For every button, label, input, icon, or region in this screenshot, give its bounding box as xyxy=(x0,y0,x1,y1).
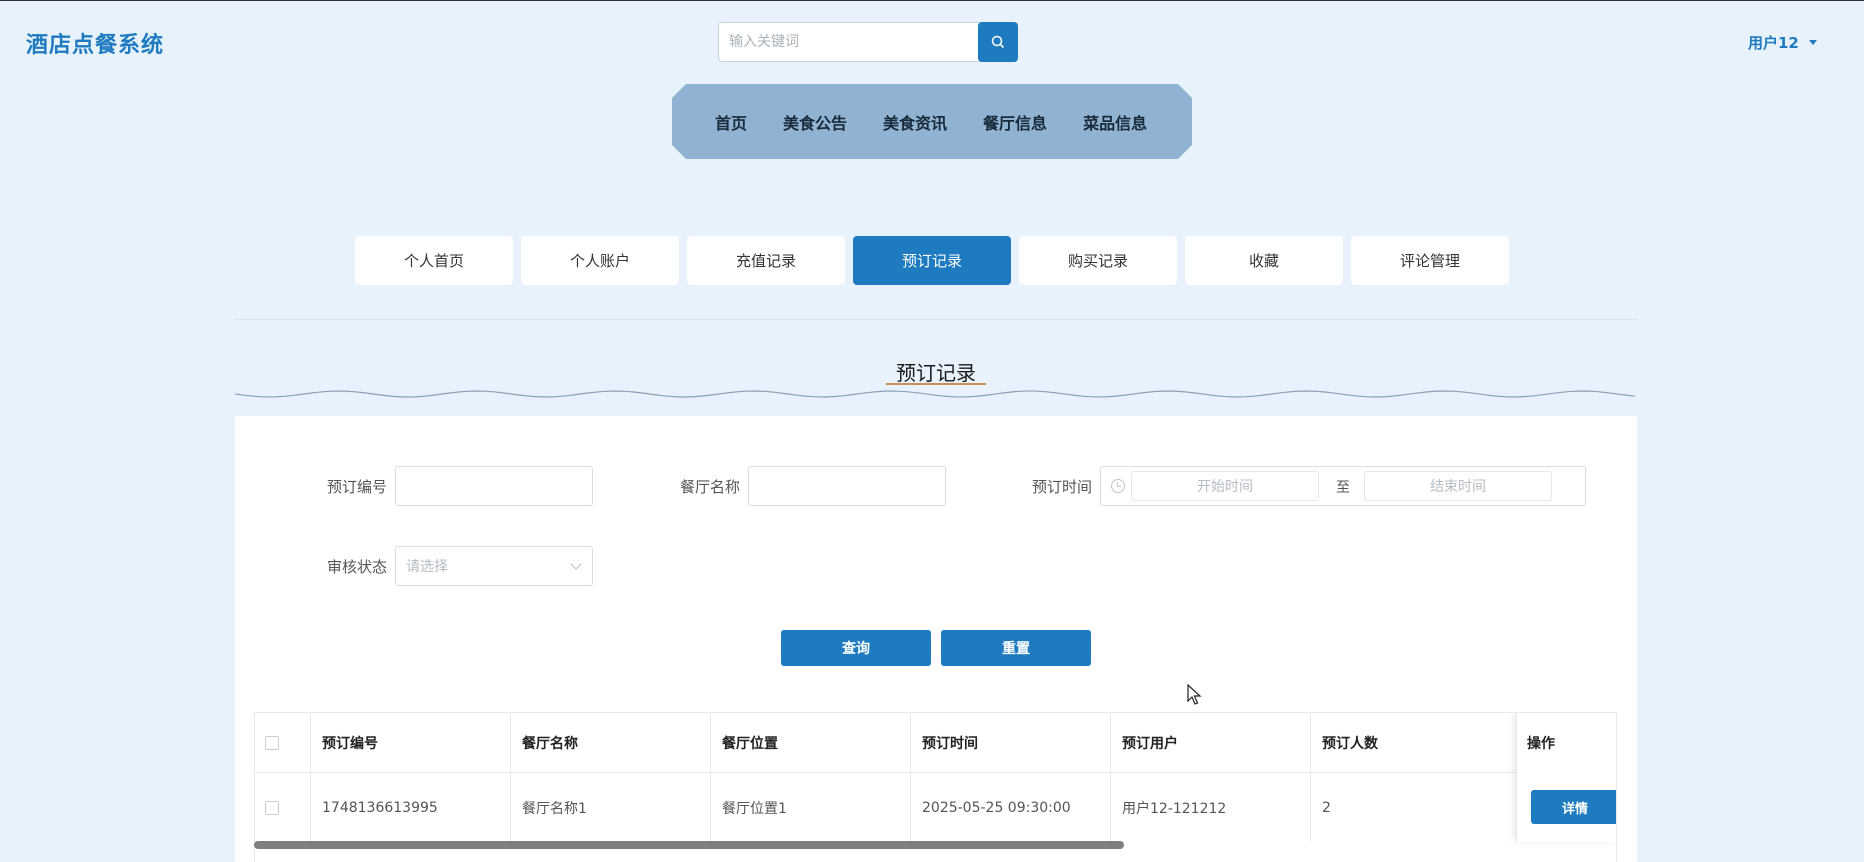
end-time-input[interactable]: 结束时间 xyxy=(1364,471,1552,501)
divider xyxy=(235,319,1637,320)
select-all-cell xyxy=(255,713,311,772)
operation-header: 操作 xyxy=(1527,736,1555,752)
clock-icon xyxy=(1111,479,1125,493)
booking-time-range: 开始时间 至 结束时间 xyxy=(1100,466,1586,506)
booking-no-input[interactable] xyxy=(395,466,593,506)
audit-status-select[interactable]: 请选择 xyxy=(395,546,593,586)
table-header: 预订编号 餐厅名称 餐厅位置 预订时间 预订用户 预订人数 xyxy=(255,713,1616,773)
query-button[interactable]: 查询 xyxy=(781,630,931,666)
nav-item-dish-info[interactable]: 菜品信息 xyxy=(1083,110,1147,134)
user-center-tabs: 个人首页 个人账户 充值记录 预订记录 购买记录 收藏 评论管理 xyxy=(355,236,1509,285)
tab-favorites[interactable]: 收藏 xyxy=(1185,236,1343,285)
nav-item-restaurant-info[interactable]: 餐厅信息 xyxy=(983,110,1047,134)
search-bar xyxy=(718,22,1018,62)
search-button[interactable] xyxy=(978,22,1018,62)
booking-time-label: 预订时间 xyxy=(1032,478,1093,496)
cell-user: 用户12-121212 xyxy=(1111,774,1311,842)
row-checkbox[interactable] xyxy=(265,801,279,815)
main-nav: 首页 美食公告 美食资讯 餐厅信息 菜品信息 xyxy=(672,84,1192,159)
nav-item-food-news[interactable]: 美食资讯 xyxy=(883,110,947,134)
audit-status-placeholder: 请选择 xyxy=(406,559,448,575)
col-header[interactable]: 餐厅位置 xyxy=(711,713,911,772)
tab-personal-account[interactable]: 个人账户 xyxy=(521,236,679,285)
horizontal-scrollbar[interactable] xyxy=(254,841,1124,849)
user-name: 用户12 xyxy=(1748,34,1799,52)
chevron-down-icon xyxy=(570,558,582,570)
wave-divider xyxy=(235,390,1636,398)
booking-records-panel: 预订编号 餐厅名称 预订时间 开始时间 至 结束时间 审核状态 请选择 查询 重… xyxy=(235,416,1637,862)
cell-restaurant: 餐厅名称1 xyxy=(511,774,711,842)
col-header[interactable]: 预订人数 xyxy=(1311,713,1511,772)
col-header[interactable]: 预订时间 xyxy=(911,713,1111,772)
col-header[interactable]: 预订用户 xyxy=(1111,713,1311,772)
reset-button[interactable]: 重置 xyxy=(941,630,1091,666)
search-input[interactable] xyxy=(718,22,982,62)
mouse-cursor-icon xyxy=(1187,684,1202,705)
booking-table: 预订编号 餐厅名称 餐厅位置 预订时间 预订用户 预订人数 1748136613… xyxy=(254,712,1617,862)
app-logo-title: 酒店点餐系统 xyxy=(26,33,165,58)
caret-down-icon xyxy=(1808,40,1817,45)
tab-recharge-records[interactable]: 充值记录 xyxy=(687,236,845,285)
tab-purchase-records[interactable]: 购买记录 xyxy=(1019,236,1177,285)
table-row: 1748136613995 餐厅名称1 餐厅位置1 2025-05-25 09:… xyxy=(255,774,1616,842)
row-select-cell xyxy=(255,774,311,842)
cell-booking-no: 1748136613995 xyxy=(311,774,511,842)
cell-time: 2025-05-25 09:30:00 xyxy=(911,774,1111,842)
nav-item-food-notice[interactable]: 美食公告 xyxy=(783,110,847,134)
section-title: 预订记录 xyxy=(896,361,976,385)
restaurant-name-input[interactable] xyxy=(748,466,946,506)
start-time-input[interactable]: 开始时间 xyxy=(1131,471,1319,501)
tab-personal-home[interactable]: 个人首页 xyxy=(355,236,513,285)
col-header[interactable]: 餐厅名称 xyxy=(511,713,711,772)
user-menu[interactable]: 用户12 xyxy=(1748,32,1817,53)
tab-comment-management[interactable]: 评论管理 xyxy=(1351,236,1509,285)
detail-button[interactable]: 详情 xyxy=(1531,790,1616,824)
cell-location: 餐厅位置1 xyxy=(711,774,911,842)
search-icon xyxy=(991,35,1005,49)
select-all-checkbox[interactable] xyxy=(265,735,279,750)
range-separator: 至 xyxy=(1336,480,1350,496)
nav-item-home[interactable]: 首页 xyxy=(715,110,747,134)
operation-column: 操作 详情 xyxy=(1516,713,1616,842)
col-header[interactable]: 预订编号 xyxy=(311,713,511,772)
audit-status-label: 审核状态 xyxy=(327,558,388,576)
restaurant-name-label: 餐厅名称 xyxy=(680,478,741,496)
booking-no-label: 预订编号 xyxy=(327,478,388,496)
tab-booking-records[interactable]: 预订记录 xyxy=(853,236,1011,285)
cell-people: 2 xyxy=(1322,800,1331,816)
